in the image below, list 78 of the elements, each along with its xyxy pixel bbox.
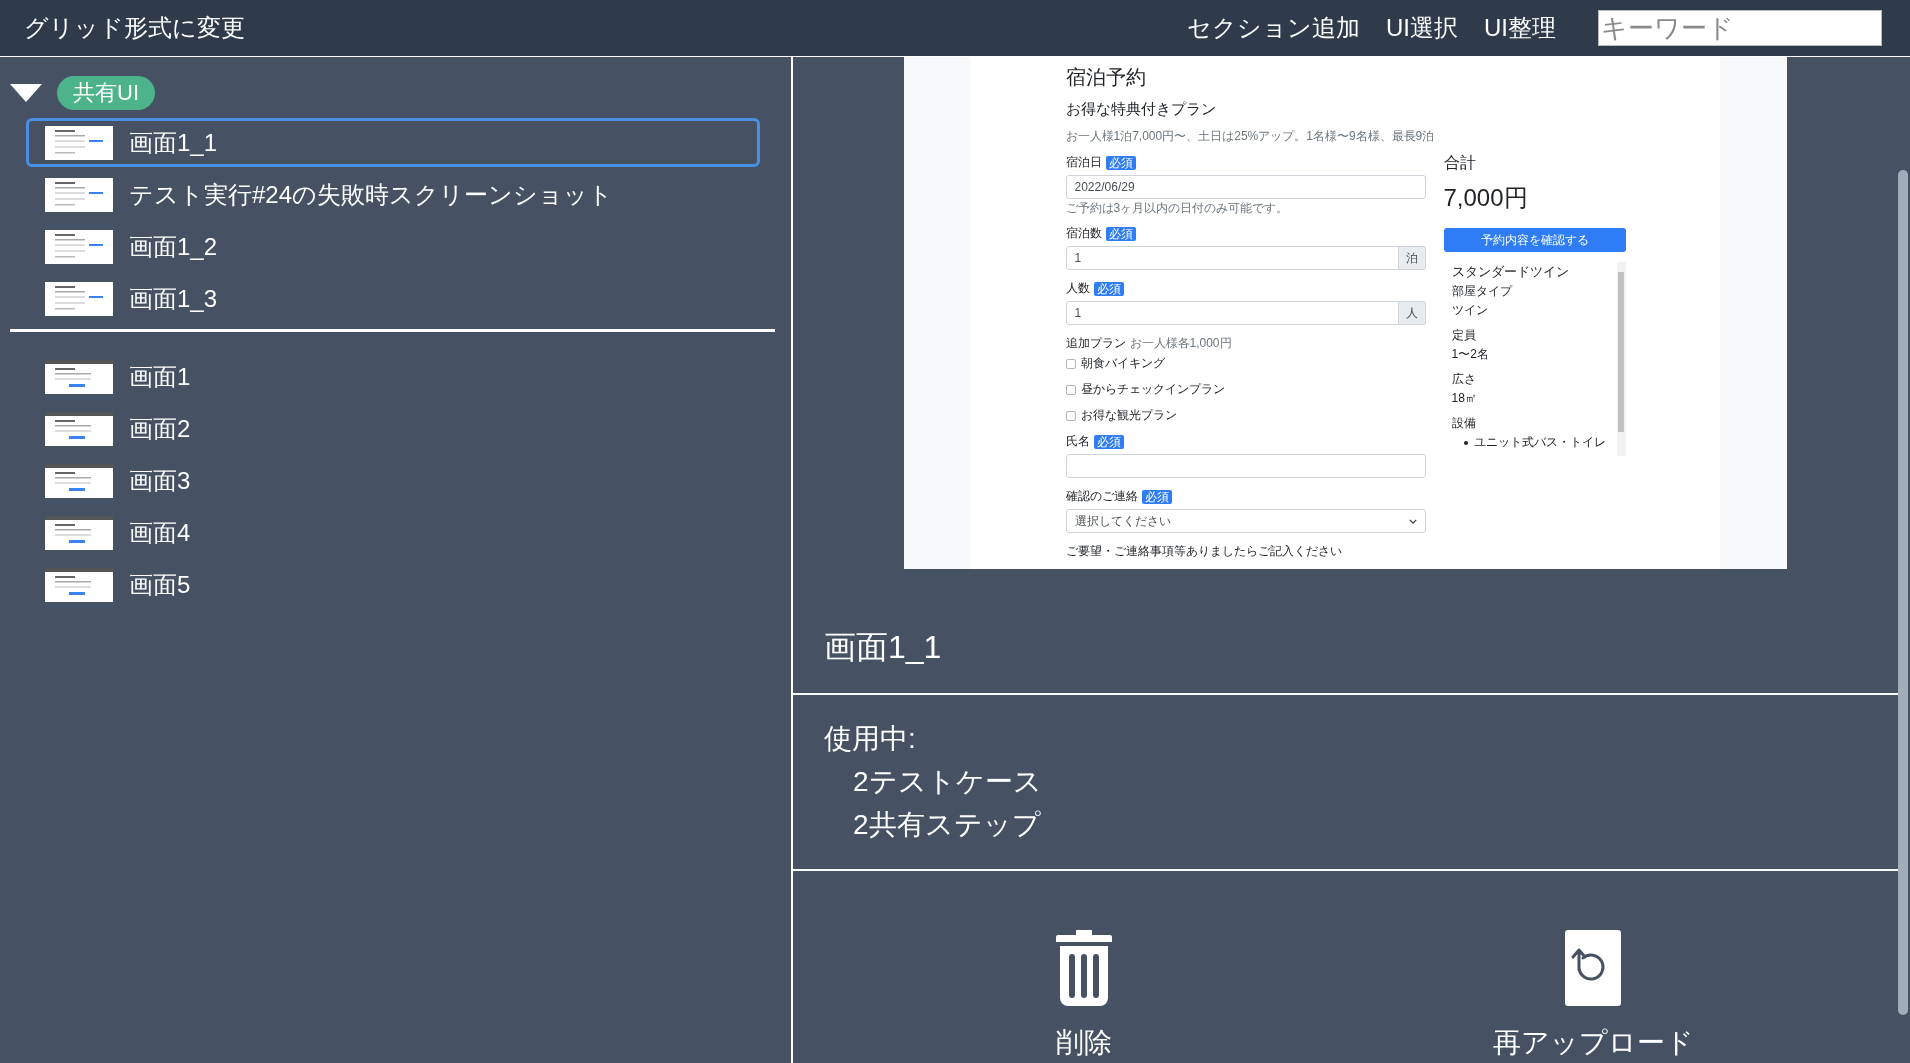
toolbar-button[interactable]: UI選択: [1386, 12, 1458, 44]
grid-view-button[interactable]: グリッド形式に変更: [24, 12, 245, 44]
screen-list-item[interactable]: 画面3: [26, 456, 760, 505]
bullet-icon: [1463, 440, 1468, 445]
page-thumbnail: [45, 281, 113, 316]
required-badge: 必須: [1093, 281, 1124, 296]
scrollbar[interactable]: [1616, 262, 1626, 456]
select-field[interactable]: 選択してください: [1065, 509, 1426, 533]
text-field[interactable]: [1065, 454, 1426, 478]
usage-item: 2共有ステップ: [853, 808, 1042, 842]
detail-term: 定員: [1451, 327, 1477, 344]
total-label: 合計: [1443, 153, 1477, 172]
room-name: スタンダードツイン: [1451, 263, 1570, 281]
detail-value: 18㎡: [1451, 390, 1478, 407]
field-label: 宿泊数: [1065, 225, 1102, 242]
field-label: 確認のご連絡: [1065, 488, 1138, 505]
text-field[interactable]: 1: [1065, 301, 1399, 325]
checkbox-label: 昼からチェックインプラン: [1080, 381, 1225, 398]
checkbox-label: 朝食バイキング: [1080, 355, 1165, 372]
page-thumbnail: [45, 411, 113, 446]
screen-list-item[interactable]: 画面1_3: [26, 274, 760, 323]
field-label: 氏名: [1065, 433, 1090, 450]
screen-name: 画面1_1: [824, 629, 942, 665]
field-hint: お一人様各1,000円: [1129, 335, 1232, 352]
checkbox[interactable]: [1065, 384, 1076, 395]
field-note: ご予約は3ヶ月以内の日付のみ可能です。: [1065, 201, 1290, 215]
required-badge: 必須: [1093, 434, 1124, 449]
keyword-field[interactable]: キーワード: [1598, 10, 1882, 46]
toolbar-button[interactable]: セクション追加: [1187, 12, 1360, 44]
unit-addon: 人: [1398, 301, 1426, 325]
checkbox-label: お得な観光プラン: [1080, 407, 1177, 424]
checkbox[interactable]: [1065, 410, 1076, 421]
checkbox[interactable]: [1065, 358, 1076, 369]
screen-list-item[interactable]: 画面1_2: [26, 222, 760, 271]
screen-list-item[interactable]: 画面4: [26, 508, 760, 557]
screen-list-item[interactable]: 画面1_1: [26, 118, 760, 167]
page-thumbnail: [45, 463, 113, 498]
unit-addon: 泊: [1398, 246, 1426, 270]
page-title: 宿泊予約: [1065, 65, 1147, 89]
screen-list-item[interactable]: 画面5: [26, 560, 760, 609]
facility-item: ユニット式バス・トイレ: [1473, 434, 1606, 451]
plan-title: お得な特典付きプラン: [1065, 100, 1217, 118]
usage-item: 2テストケース: [853, 765, 1043, 799]
chevron-down-icon: [1408, 518, 1417, 524]
reupload-button[interactable]: 再アップロード: [1473, 930, 1713, 1062]
reupload-icon: [1565, 930, 1621, 1006]
detail-term: 部屋タイプ: [1451, 283, 1514, 300]
page-thumbnail: [45, 567, 113, 602]
field-label: 宿泊日: [1065, 154, 1102, 171]
detail-value: ツイン: [1451, 302, 1489, 319]
detail-term: 広さ: [1451, 371, 1477, 388]
page-thumbnail: [45, 177, 113, 212]
page-thumbnail: [45, 229, 113, 264]
required-badge: 必須: [1141, 489, 1172, 504]
page-thumbnail: [45, 515, 113, 550]
text-field[interactable]: 1: [1065, 246, 1399, 270]
scrollbar[interactable]: [1898, 170, 1908, 1015]
field-label: 人数: [1065, 280, 1090, 297]
required-badge: 必須: [1105, 226, 1136, 241]
screen-list-item[interactable]: 画面2: [26, 404, 760, 453]
page-thumbnail: [45, 359, 113, 394]
field-label: ご要望・ご連絡事項等ありましたらご記入ください: [1065, 543, 1342, 560]
plan-description: お一人様1泊7,000円〜、土日は25%アップ。1名様〜9名様、最長9泊: [1065, 129, 1435, 143]
total-price: 7,000円: [1443, 183, 1529, 212]
screen-list-item[interactable]: 画面1: [26, 352, 760, 401]
screen-list-item[interactable]: テスト実行#24の失敗時スクリーンショット: [26, 170, 760, 219]
detail-value: 1〜2名: [1451, 346, 1490, 363]
page-thumbnail: [45, 125, 113, 160]
required-badge: 必須: [1105, 155, 1136, 170]
usage-label: 使用中:: [824, 722, 917, 756]
trash-icon: [1056, 930, 1112, 1006]
toolbar-button[interactable]: UI整理: [1484, 12, 1556, 44]
expand-triangle-icon[interactable]: [10, 84, 42, 102]
detail-term: 設備: [1451, 415, 1477, 432]
field-label: 追加プラン: [1065, 335, 1126, 352]
text-field[interactable]: 2022/06/29: [1065, 175, 1426, 199]
delete-button[interactable]: 削除: [974, 930, 1194, 1062]
confirm-button[interactable]: 予約内容を確認する: [1443, 228, 1626, 252]
